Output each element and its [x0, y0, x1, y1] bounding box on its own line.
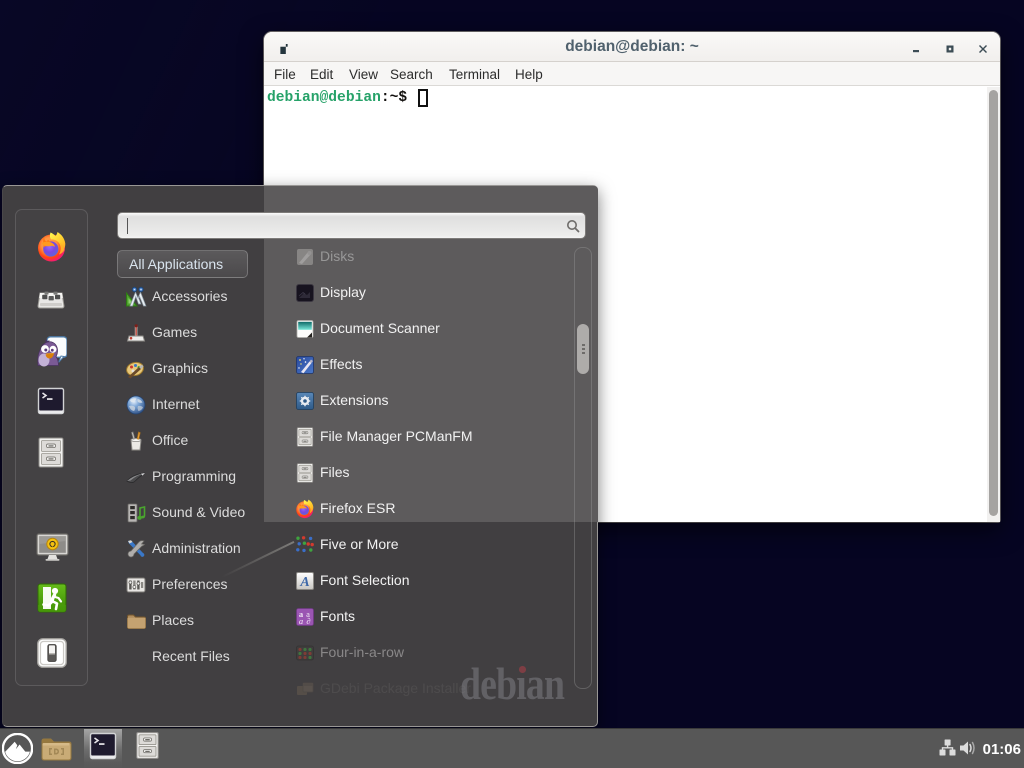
svg-text:∂: ∂ [306, 616, 310, 626]
svg-text:a: a [299, 616, 303, 626]
svg-text:A: A [299, 575, 309, 590]
